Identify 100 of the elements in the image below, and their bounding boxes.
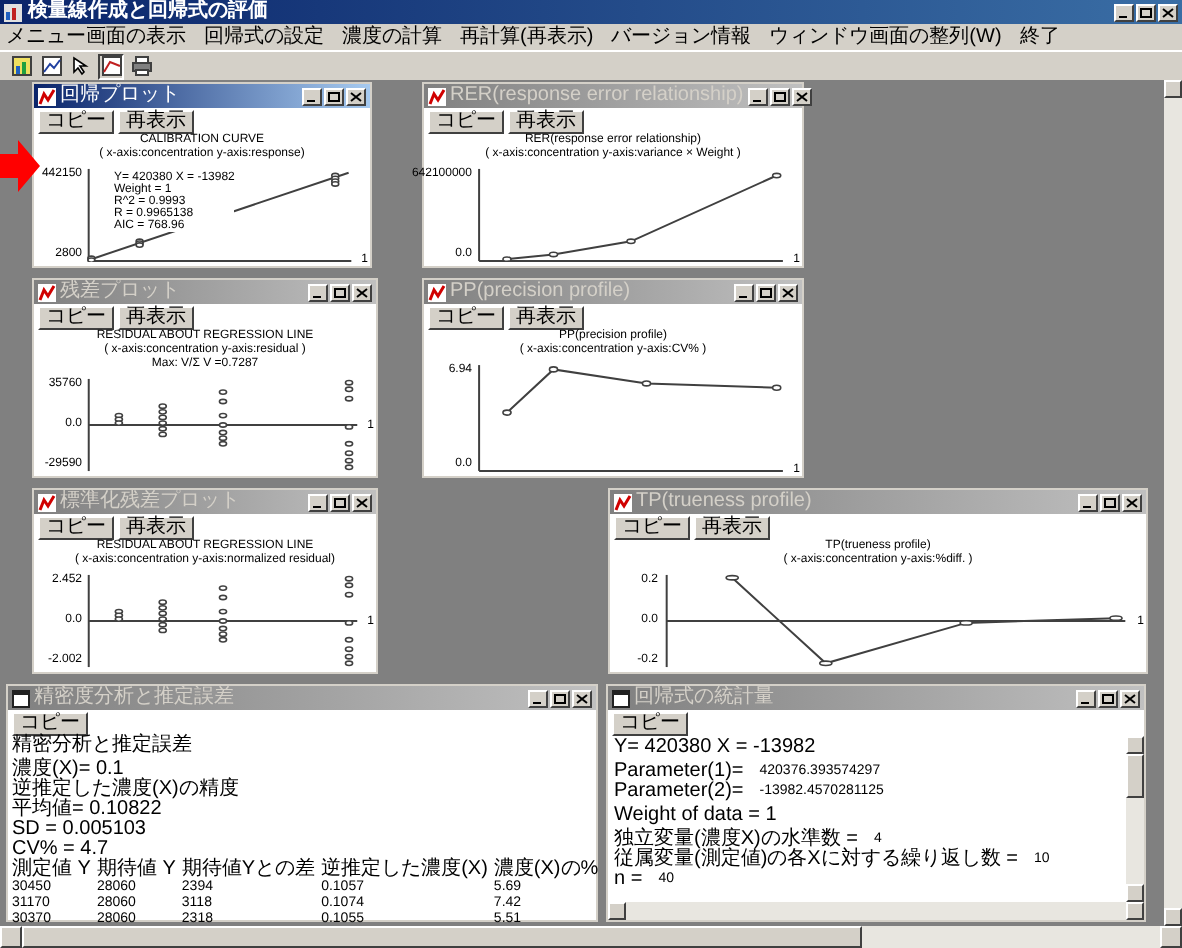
close-icon <box>782 287 794 297</box>
report-line: 濃度(X)= 0.1 <box>12 760 124 780</box>
toolbar-button[interactable]: コピー <box>38 306 114 330</box>
toolbar-button[interactable]: コピー <box>12 712 88 736</box>
window-title: 残差プロット <box>60 280 180 304</box>
maximize-icon <box>334 497 346 507</box>
toolbar-button[interactable]: 再表示 <box>118 516 194 540</box>
toolbar-button[interactable]: コピー <box>38 516 114 540</box>
vertical-scrollbar[interactable] <box>1164 80 1182 926</box>
report-line: 逆推定した濃度(X)の精度 <box>12 780 241 800</box>
close-button[interactable] <box>572 689 592 707</box>
maximize-button[interactable] <box>1136 3 1156 21</box>
stat-label: 従属変量(測定値)の各Xに対する繰り返し数 = <box>614 850 1018 870</box>
close-icon <box>1126 497 1138 507</box>
minimize-button[interactable] <box>1078 493 1098 511</box>
minimize-button[interactable] <box>734 283 754 301</box>
stat-label: Parameter(1)= <box>614 762 744 782</box>
close-button[interactable] <box>352 283 372 301</box>
minimize-button[interactable] <box>528 689 548 707</box>
chart-icon <box>101 56 121 76</box>
column-header: 測定値 Y <box>12 860 91 880</box>
stat-label: Y= 420380 X = -13982 <box>614 738 816 758</box>
close-button[interactable] <box>778 283 798 301</box>
maximize-icon <box>773 91 786 101</box>
toolbar-button[interactable]: 再表示 <box>694 516 770 540</box>
column-header: 逆推定した濃度(X) <box>321 860 488 880</box>
close-button[interactable] <box>1158 3 1178 21</box>
menu-item[interactable]: 回帰式の設定 <box>204 25 324 49</box>
maximize-button[interactable] <box>756 283 776 301</box>
menu-item[interactable]: メニュー画面の表示 <box>6 25 186 49</box>
minimize-button[interactable] <box>1076 689 1096 707</box>
maximize-icon <box>554 693 566 703</box>
maximize-icon <box>1104 497 1116 507</box>
maximize-button[interactable] <box>769 87 790 105</box>
window-title: PP(precision profile) <box>450 280 631 304</box>
printer-icon <box>131 56 151 76</box>
minimize-button[interactable] <box>302 87 322 105</box>
pointer-arrow <box>0 140 40 192</box>
close-button[interactable] <box>1122 493 1142 511</box>
toolbar-button[interactable] <box>98 53 124 79</box>
close-icon <box>356 287 368 297</box>
menu-item[interactable]: 終了 <box>1019 25 1060 49</box>
column-header: 濃度(X)の% <box>493 860 599 880</box>
menu-item[interactable]: 濃度の計算 <box>342 25 442 49</box>
menu-item[interactable]: バージョン情報 <box>611 25 752 49</box>
pointer-icon <box>71 56 91 76</box>
maximize-button[interactable] <box>1100 493 1120 511</box>
maximize-icon <box>1140 7 1152 17</box>
toolbar-button[interactable] <box>38 53 64 79</box>
toolbar-button[interactable] <box>68 53 94 79</box>
maximize-button[interactable] <box>1098 689 1118 707</box>
maximize-icon <box>760 287 772 297</box>
stat-label: n = <box>614 870 643 890</box>
maximize-button[interactable] <box>550 689 570 707</box>
maximize-icon <box>1102 693 1114 703</box>
toolbar-button[interactable]: 再表示 <box>118 110 194 134</box>
toolbar-button[interactable]: コピー <box>614 516 690 540</box>
minimize-button[interactable] <box>308 493 328 511</box>
toolbar-button[interactable] <box>128 53 154 79</box>
chart-icon <box>11 56 31 76</box>
close-button[interactable] <box>346 87 366 105</box>
maximize-icon <box>328 91 340 101</box>
minimize-button[interactable] <box>308 283 328 301</box>
window-title: 回帰式の統計量 <box>634 686 774 710</box>
menu-item[interactable]: 再計算(再表示) <box>460 25 594 49</box>
stat-label: Parameter(2)= <box>614 782 744 802</box>
maximize-button[interactable] <box>324 87 344 105</box>
horizontal-scrollbar[interactable] <box>0 926 1182 948</box>
vertical-scrollbar[interactable] <box>1126 736 1144 902</box>
column-header: 期待値Yとの差 <box>181 860 316 880</box>
close-icon <box>576 693 588 703</box>
toolbar-button[interactable]: コピー <box>428 110 504 134</box>
close-icon <box>1162 7 1174 17</box>
toolbar-button[interactable]: 再表示 <box>508 306 584 330</box>
toolbar-button[interactable] <box>8 53 34 79</box>
window-title: TP(trueness profile) <box>636 490 812 514</box>
window-title: 回帰プロット <box>60 84 180 108</box>
close-icon <box>1124 693 1136 703</box>
stat-label: Weight of data = 1 <box>614 806 777 826</box>
horizontal-scrollbar[interactable] <box>608 902 1144 920</box>
close-button[interactable] <box>791 87 812 105</box>
close-button[interactable] <box>352 493 372 511</box>
close-icon <box>356 497 368 507</box>
close-icon <box>350 91 362 101</box>
toolbar-button[interactable]: 再表示 <box>508 110 584 134</box>
close-button[interactable] <box>1120 689 1140 707</box>
report-line: SD = 0.005103 <box>12 820 148 840</box>
menu-item[interactable]: ウィンドウ画面の整列(W) <box>769 25 1002 49</box>
chart-icon <box>41 56 61 76</box>
toolbar-button[interactable]: コピー <box>428 306 504 330</box>
toolbar-button[interactable]: コピー <box>38 110 114 134</box>
window-title: 精密度分析と推定誤差 <box>34 686 234 710</box>
maximize-button[interactable] <box>330 493 350 511</box>
toolbar-button[interactable]: 再表示 <box>118 306 194 330</box>
maximize-button[interactable] <box>330 283 350 301</box>
maximize-icon <box>334 287 346 297</box>
report-line: 平均値= 0.10822 <box>12 800 162 820</box>
minimize-button[interactable] <box>1114 3 1134 21</box>
toolbar-button[interactable]: コピー <box>612 712 688 736</box>
minimize-button[interactable] <box>747 87 768 105</box>
